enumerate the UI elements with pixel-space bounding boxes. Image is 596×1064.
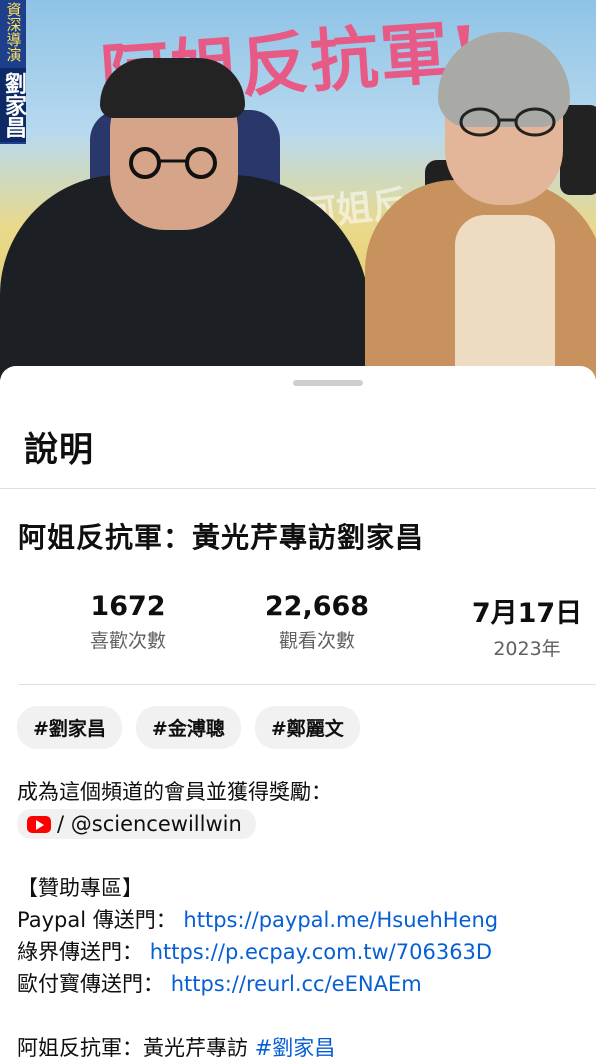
- membership-line: 成為這個頻道的會員並獲得獎勵：: [17, 780, 332, 804]
- paypal-label: Paypal 傳送門：: [17, 908, 177, 932]
- hashtag-list: #劉家昌 #金溥聰 #鄭麗文: [17, 706, 360, 749]
- hashtag-chip[interactable]: #劉家昌: [17, 706, 122, 749]
- name-caption: 資深導演 劉家昌: [0, 0, 26, 144]
- host-glasses: [459, 107, 556, 137]
- host-shirt: [455, 215, 555, 380]
- summary-hashtag-link[interactable]: #劉家昌: [255, 1036, 336, 1060]
- opay-label: 歐付寶傳送門：: [17, 972, 164, 996]
- views-stat: 22,668 觀看次數: [252, 591, 382, 653]
- sponsor-header: 【贊助專區】: [17, 876, 143, 900]
- paypal-link[interactable]: https://paypal.me/HsuehHeng: [183, 908, 498, 932]
- name-caption-name: 劉家昌: [0, 68, 26, 142]
- hashtag-chip[interactable]: #金溥聰: [135, 706, 241, 749]
- channel-handle-chip[interactable]: / @sciencewillwin: [17, 809, 256, 839]
- views-count: 22,668: [264, 591, 370, 622]
- likes-count: 1672: [90, 591, 166, 622]
- stats-divider: [18, 684, 596, 685]
- views-label: 觀看次數: [278, 630, 355, 652]
- sheet-title: 說明: [24, 430, 94, 470]
- ecpay-link[interactable]: https://p.ecpay.com.tw/706363D: [150, 940, 492, 964]
- hashtag-chip[interactable]: #鄭麗文: [254, 706, 360, 749]
- publish-date: 7月17日: [471, 598, 583, 629]
- drag-handle[interactable]: [293, 380, 363, 386]
- video-title: 阿姐反抗軍：黃光芹專訪劉家昌: [18, 521, 425, 554]
- date-stat: 7月17日 2023年: [462, 591, 592, 661]
- publish-year: 2023年: [493, 638, 561, 660]
- summary-text: 阿姐反抗軍：黃光芹專訪: [17, 1036, 255, 1060]
- chair-back: [560, 105, 596, 195]
- youtube-icon: [27, 816, 51, 833]
- likes-label: 喜歡次數: [89, 630, 166, 652]
- video-player[interactable]: 阿姐反抗軍! 阿姐反 資深導演 劉家昌: [0, 0, 596, 380]
- ecpay-label: 綠界傳送門：: [17, 940, 143, 964]
- header-divider: [0, 488, 596, 489]
- likes-stat: 1672 喜歡次數: [68, 591, 188, 653]
- description-sheet: 說明 阿姐反抗軍：黃光芹專訪劉家昌 1672 喜歡次數 22,668 觀看次數 …: [0, 366, 596, 1060]
- guest-glasses: [129, 147, 217, 179]
- description-body: 成為這個頻道的會員並獲得獎勵： / @sciencewillwin 【贊助專區】…: [17, 776, 587, 1064]
- opay-link[interactable]: https://reurl.cc/eENAEm: [171, 972, 422, 996]
- channel-handle: / @sciencewillwin: [57, 812, 242, 836]
- guest-hair: [100, 58, 245, 118]
- name-caption-role: 資深導演: [4, 2, 23, 62]
